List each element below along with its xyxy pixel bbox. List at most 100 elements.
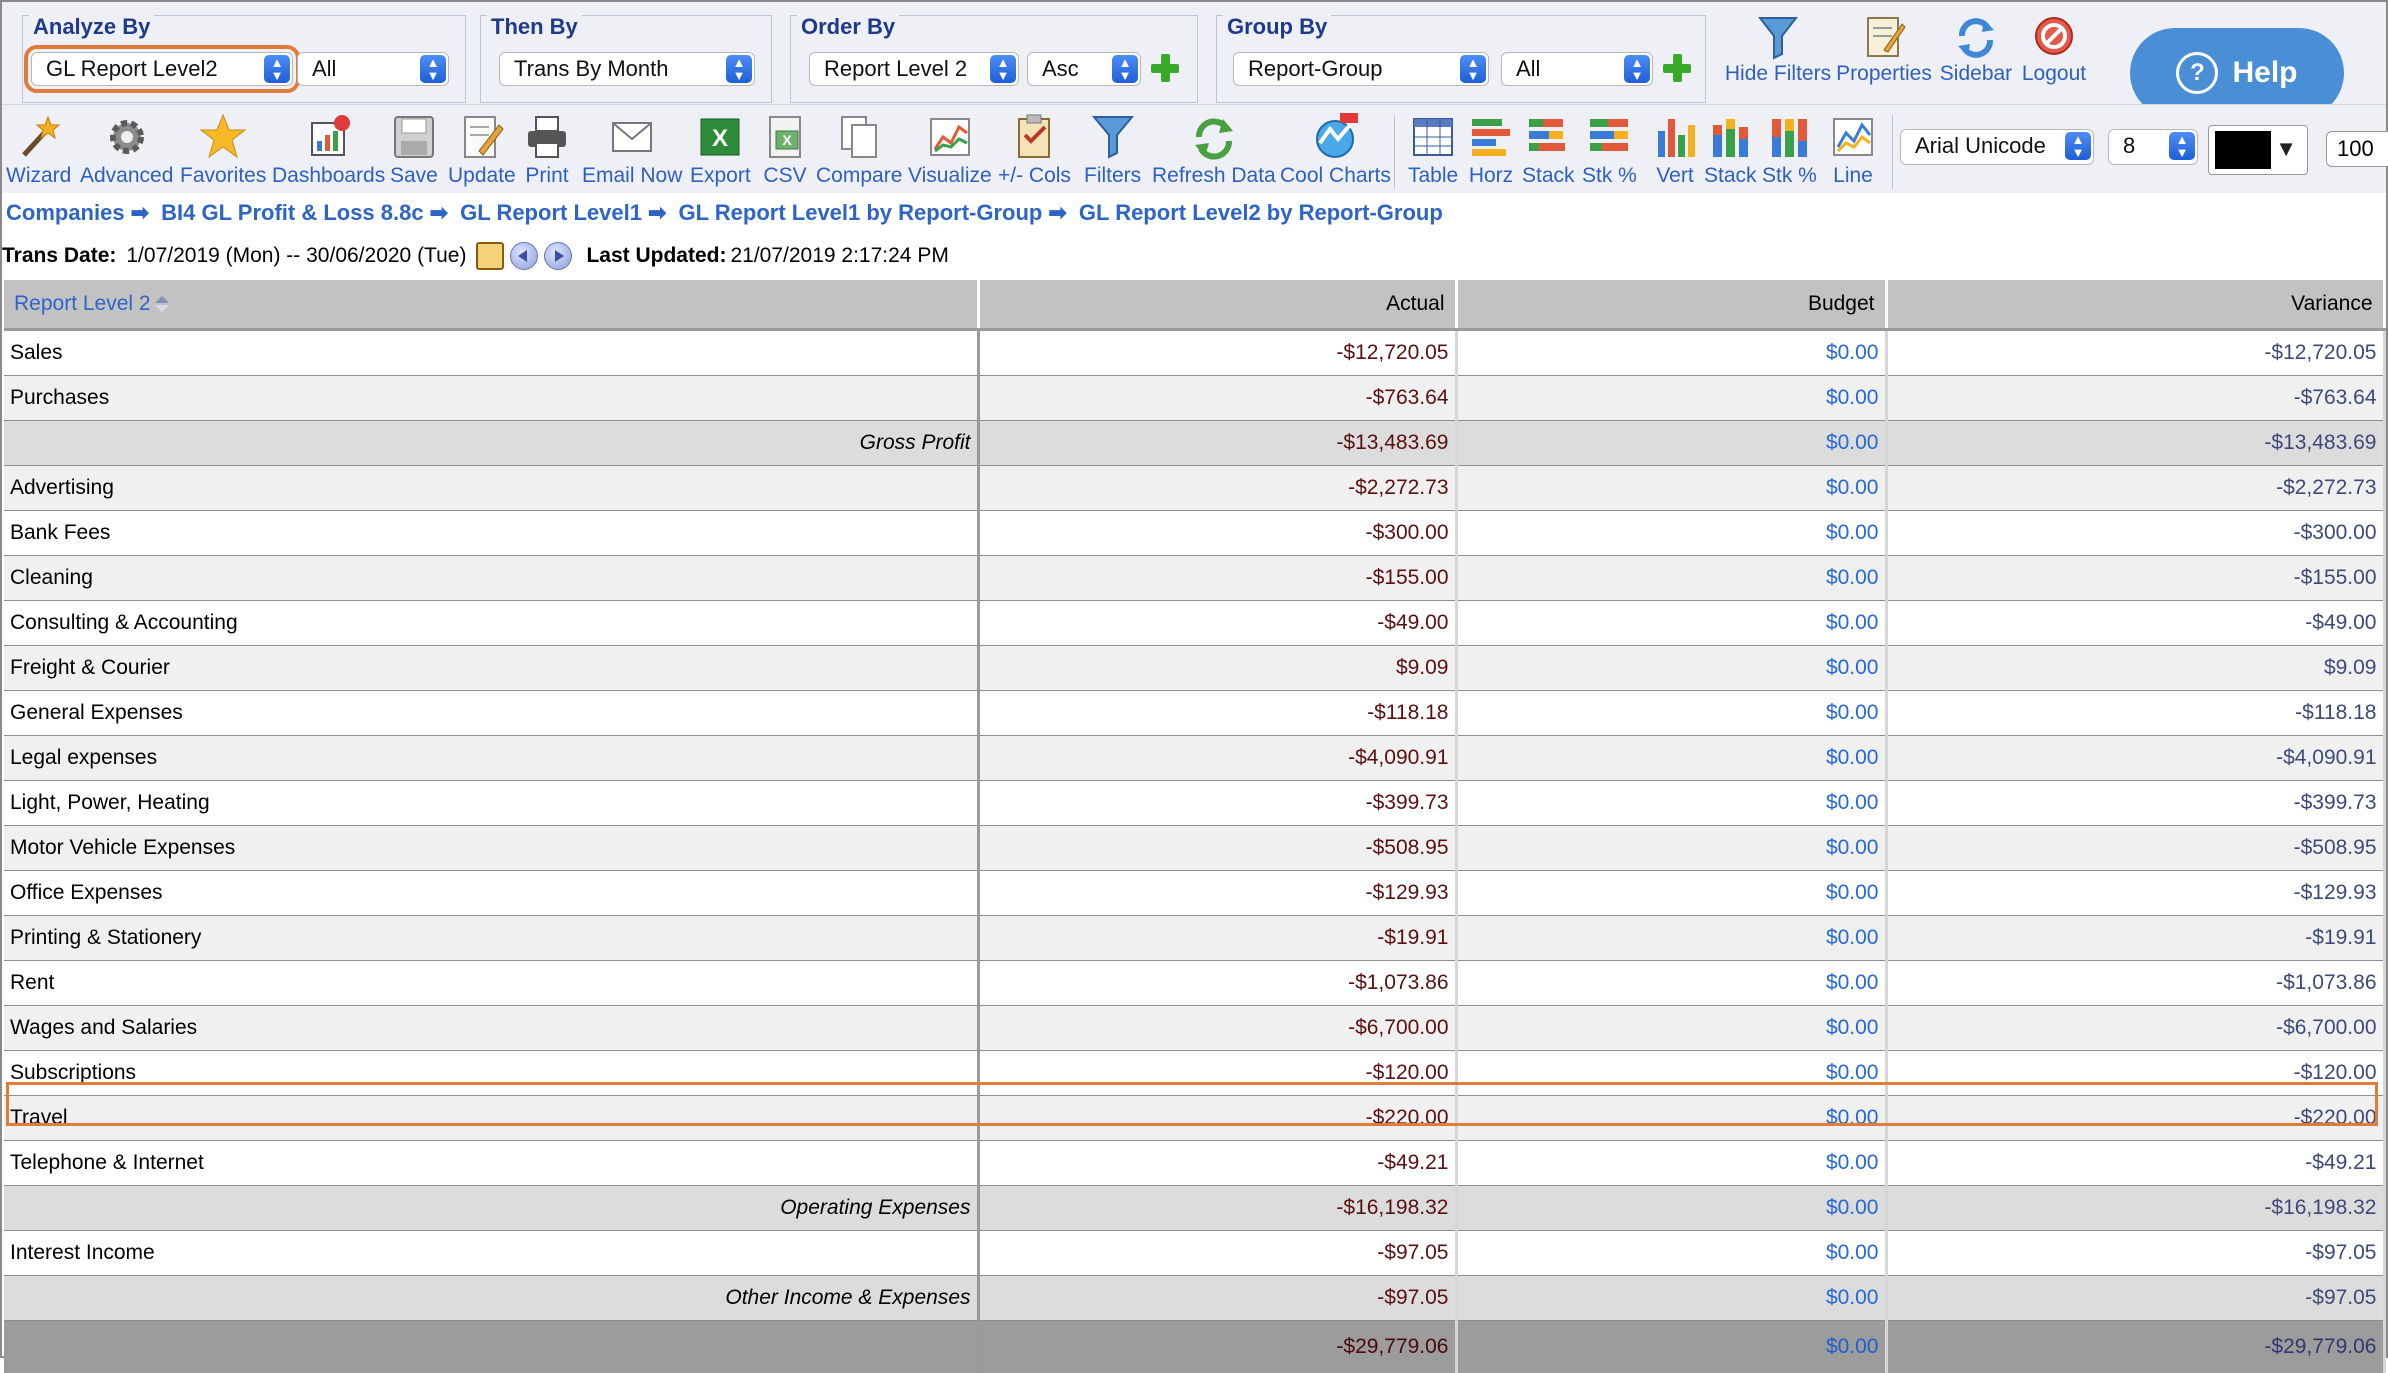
sort-icon[interactable]	[155, 296, 169, 312]
hide-filters-button[interactable]: Hide Filters	[1718, 14, 1838, 86]
vert-chart-button[interactable]: Vert	[1652, 113, 1698, 188]
budget-cell: $0.00	[1456, 646, 1886, 691]
order-direction-select[interactable]: Asc ▲▼	[1027, 52, 1141, 86]
table-row[interactable]: Travel-$220.00$0.00-$220.00	[4, 1096, 2384, 1141]
column-header-actual[interactable]: Actual	[978, 280, 1456, 330]
add-remove-cols-button[interactable]: +/- Cols	[998, 113, 1071, 188]
table-row[interactable]: Purchases-$763.64$0.00-$763.64	[4, 376, 2384, 421]
analyze-by-filter-select[interactable]: All ▲▼	[297, 52, 449, 86]
subtotal-row[interactable]: Other Income & Expenses-$97.05$0.00-$97.…	[4, 1276, 2384, 1321]
filters-label: Filters	[1084, 164, 1141, 187]
table-row[interactable]: Subscriptions-$120.00$0.00-$120.00	[4, 1051, 2384, 1096]
table-row[interactable]: Rent-$1,073.86$0.00-$1,073.86	[4, 961, 2384, 1006]
table-view-label: Table	[1408, 164, 1458, 187]
then-by-select[interactable]: Trans By Month ▲▼	[499, 52, 755, 86]
table-row[interactable]: Motor Vehicle Expenses-$508.95$0.00-$508…	[4, 826, 2384, 871]
column-header-budget[interactable]: Budget	[1456, 280, 1886, 330]
column-header-report-level-2[interactable]: Report Level 2	[4, 280, 978, 330]
table-row[interactable]: Sales-$12,720.05$0.00-$12,720.05	[4, 330, 2384, 376]
table-row[interactable]: Printing & Stationery-$19.91$0.00-$19.91	[4, 916, 2384, 961]
breadcrumb-link[interactable]: BI4 GL Profit & Loss 8.8c	[161, 200, 423, 225]
table-row[interactable]: Freight & Courier$9.09$0.00$9.09	[4, 646, 2384, 691]
grand-total-row[interactable]: -$29,779.06$0.00-$29,779.06	[4, 1321, 2384, 1373]
print-button[interactable]: Print	[524, 113, 570, 188]
analyze-by-select[interactable]: GL Report Level2 ▲▼	[31, 52, 293, 86]
subtotal-row[interactable]: Gross Profit-$13,483.69$0.00-$13,483.69	[4, 421, 2384, 466]
previous-period-icon[interactable]	[510, 242, 538, 270]
table-row[interactable]: Wages and Salaries-$6,700.00$0.00-$6,700…	[4, 1006, 2384, 1051]
breadcrumb-link[interactable]: GL Report Level1	[460, 200, 642, 225]
variance-cell: -$129.93	[1886, 871, 2384, 916]
stk-pct-vert-button[interactable]: Stk %	[1762, 113, 1817, 188]
line-chart-button[interactable]: Line	[1830, 113, 1876, 188]
font-color-picker[interactable]: ▼	[2208, 125, 2308, 175]
breadcrumb-link[interactable]: Companies	[6, 200, 125, 225]
order-by-select[interactable]: Report Level 2 ▲▼	[809, 52, 1019, 86]
table-row[interactable]: Consulting & Accounting-$49.00$0.00-$49.…	[4, 601, 2384, 646]
save-button[interactable]: Save	[390, 113, 438, 188]
breadcrumb-link[interactable]: GL Report Level1 by Report-Group	[679, 200, 1043, 225]
properties-button[interactable]: Properties	[1834, 14, 1934, 86]
table-row[interactable]: Telephone & Internet-$49.21$0.00-$49.21	[4, 1141, 2384, 1186]
export-button[interactable]: X Export	[690, 113, 751, 188]
wizard-button[interactable]: Wizard	[6, 113, 71, 188]
next-period-icon[interactable]	[544, 242, 572, 270]
actual-cell: -$399.73	[978, 781, 1456, 826]
add-group-plus-icon[interactable]	[1661, 52, 1693, 84]
row-label: Light, Power, Heating	[4, 781, 978, 826]
font-family-select[interactable]: Arial Unicode ▲▼	[1900, 129, 2094, 165]
logout-label: Logout	[2022, 62, 2086, 85]
zoom-input[interactable]: 100	[2326, 131, 2388, 167]
refresh-data-button[interactable]: Refresh Data	[1152, 113, 1276, 188]
column-header-variance[interactable]: Variance	[1886, 280, 2384, 330]
cool-charts-button[interactable]: Cool Charts	[1280, 113, 1391, 188]
add-order-plus-icon[interactable]	[1149, 52, 1181, 84]
variance-cell: -$300.00	[1886, 511, 2384, 556]
breadcrumb-link[interactable]: GL Report Level2 by Report-Group	[1079, 200, 1443, 225]
budget-cell: $0.00	[1456, 736, 1886, 781]
csv-button[interactable]: X CSV	[762, 113, 808, 188]
actual-cell: -$29,779.06	[978, 1321, 1456, 1373]
main-toolbar: Wizard Advanced Favorites Dashboards Sav…	[2, 104, 2386, 193]
table-row[interactable]: Bank Fees-$300.00$0.00-$300.00	[4, 511, 2384, 556]
table-row[interactable]: Office Expenses-$129.93$0.00-$129.93	[4, 871, 2384, 916]
table-row[interactable]: Advertising-$2,272.73$0.00-$2,272.73	[4, 466, 2384, 511]
calendar-icon[interactable]	[476, 242, 504, 270]
favorites-button[interactable]: Favorites	[180, 113, 266, 188]
table-row[interactable]: General Expenses-$118.18$0.00-$118.18	[4, 691, 2384, 736]
font-size-select[interactable]: 8 ▲▼	[2108, 129, 2198, 165]
variance-cell: -$763.64	[1886, 376, 2384, 421]
logout-button[interactable]: Logout	[2016, 14, 2092, 86]
stk-pct-horz-button[interactable]: Stk %	[1582, 113, 1637, 188]
sidebar-button[interactable]: Sidebar	[1934, 14, 2018, 86]
filters-button[interactable]: Filters	[1084, 113, 1141, 188]
email-now-button[interactable]: Email Now	[582, 113, 682, 188]
visualize-button[interactable]: Visualize	[908, 113, 992, 188]
stack-vert-button[interactable]: Stack	[1704, 113, 1757, 188]
compare-button[interactable]: Compare	[816, 113, 902, 188]
budget-cell: $0.00	[1456, 961, 1886, 1006]
variance-cell: $9.09	[1886, 646, 2384, 691]
svg-text:X: X	[782, 132, 792, 148]
group-by-filter-select[interactable]: All ▲▼	[1501, 52, 1653, 86]
actual-cell: -$2,272.73	[978, 466, 1456, 511]
horz-chart-button[interactable]: Horz	[1468, 113, 1514, 188]
subtotal-row[interactable]: Operating Expenses-$16,198.32$0.00-$16,1…	[4, 1186, 2384, 1231]
header-label: Report Level 2	[14, 292, 151, 315]
stack-horz-label: Stack	[1522, 164, 1575, 187]
save-label: Save	[390, 164, 438, 187]
group-by-select[interactable]: Report-Group ▲▼	[1233, 52, 1489, 86]
stack-horz-button[interactable]: Stack	[1522, 113, 1575, 188]
update-button[interactable]: Update	[448, 113, 516, 188]
table-row[interactable]: Light, Power, Heating-$399.73$0.00-$399.…	[4, 781, 2384, 826]
table-view-button[interactable]: Table	[1408, 113, 1458, 188]
budget-cell: $0.00	[1456, 1321, 1886, 1373]
budget-cell: $0.00	[1456, 1051, 1886, 1096]
budget-cell: $0.00	[1456, 1231, 1886, 1276]
table-row[interactable]: Interest Income-$97.05$0.00-$97.05	[4, 1231, 2384, 1276]
table-row[interactable]: Legal expenses-$4,090.91$0.00-$4,090.91	[4, 736, 2384, 781]
advanced-button[interactable]: Advanced	[80, 113, 173, 188]
table-row[interactable]: Cleaning-$155.00$0.00-$155.00	[4, 556, 2384, 601]
dashboards-button[interactable]: Dashboards	[272, 113, 385, 188]
zoom-value: 100	[2337, 136, 2374, 161]
